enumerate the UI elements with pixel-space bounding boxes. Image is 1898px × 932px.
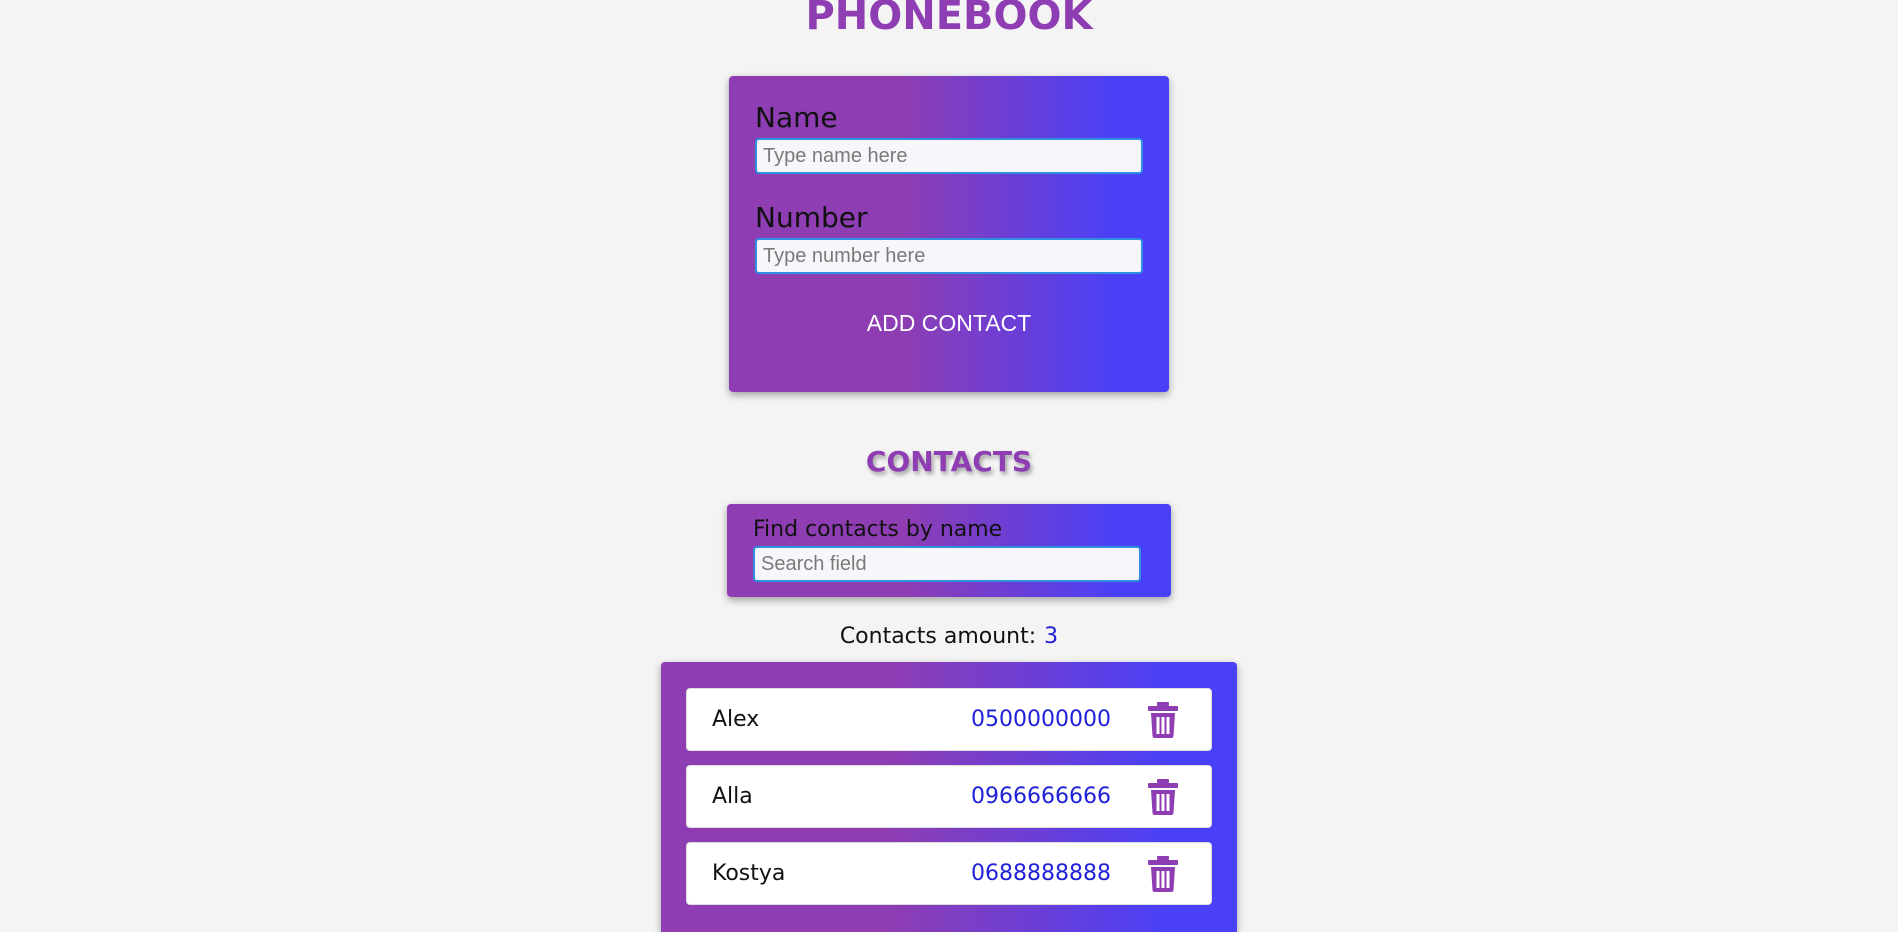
- contact-number: 0966666666: [971, 784, 1111, 809]
- contacts-heading: CONTACTS: [865, 445, 1033, 478]
- delete-contact-button[interactable]: [1146, 856, 1180, 892]
- trash-icon: [1148, 702, 1178, 738]
- delete-contact-button[interactable]: [1146, 779, 1180, 815]
- name-label: Name: [755, 101, 838, 134]
- search-input[interactable]: [753, 546, 1141, 582]
- delete-contact-button[interactable]: [1146, 702, 1180, 738]
- number-input[interactable]: [755, 238, 1143, 274]
- add-contact-button[interactable]: ADD CONTACT: [857, 306, 1041, 341]
- contact-name: Alla: [712, 784, 753, 809]
- contact-list: Alex 0500000000 Alla 0966666666 Kostya 0…: [661, 662, 1237, 932]
- page-title: PHONEBOOK: [805, 0, 1093, 39]
- contacts-amount: Contacts amount: 3: [0, 622, 1898, 652]
- trash-icon: [1148, 856, 1178, 892]
- contact-number: 0688888888: [971, 861, 1111, 886]
- contact-name: Alex: [712, 707, 760, 732]
- add-contact-form: Name Number ADD CONTACT: [729, 76, 1169, 392]
- name-input[interactable]: [755, 138, 1143, 174]
- contact-item: Kostya 0688888888: [686, 842, 1212, 905]
- contact-item: Alla 0966666666: [686, 765, 1212, 828]
- filter-panel: Find contacts by name: [727, 504, 1171, 597]
- number-label: Number: [755, 201, 868, 234]
- trash-icon: [1148, 779, 1178, 815]
- contact-item: Alex 0500000000: [686, 688, 1212, 751]
- contact-name: Kostya: [712, 861, 786, 886]
- contacts-amount-label: Contacts amount:: [839, 624, 1037, 649]
- phonebook-page: PHONEBOOK Name Number ADD CONTACT CONTAC…: [0, 0, 1898, 932]
- filter-label: Find contacts by name: [753, 517, 1003, 542]
- contacts-amount-value: 3: [1044, 624, 1059, 649]
- contact-number: 0500000000: [971, 707, 1111, 732]
